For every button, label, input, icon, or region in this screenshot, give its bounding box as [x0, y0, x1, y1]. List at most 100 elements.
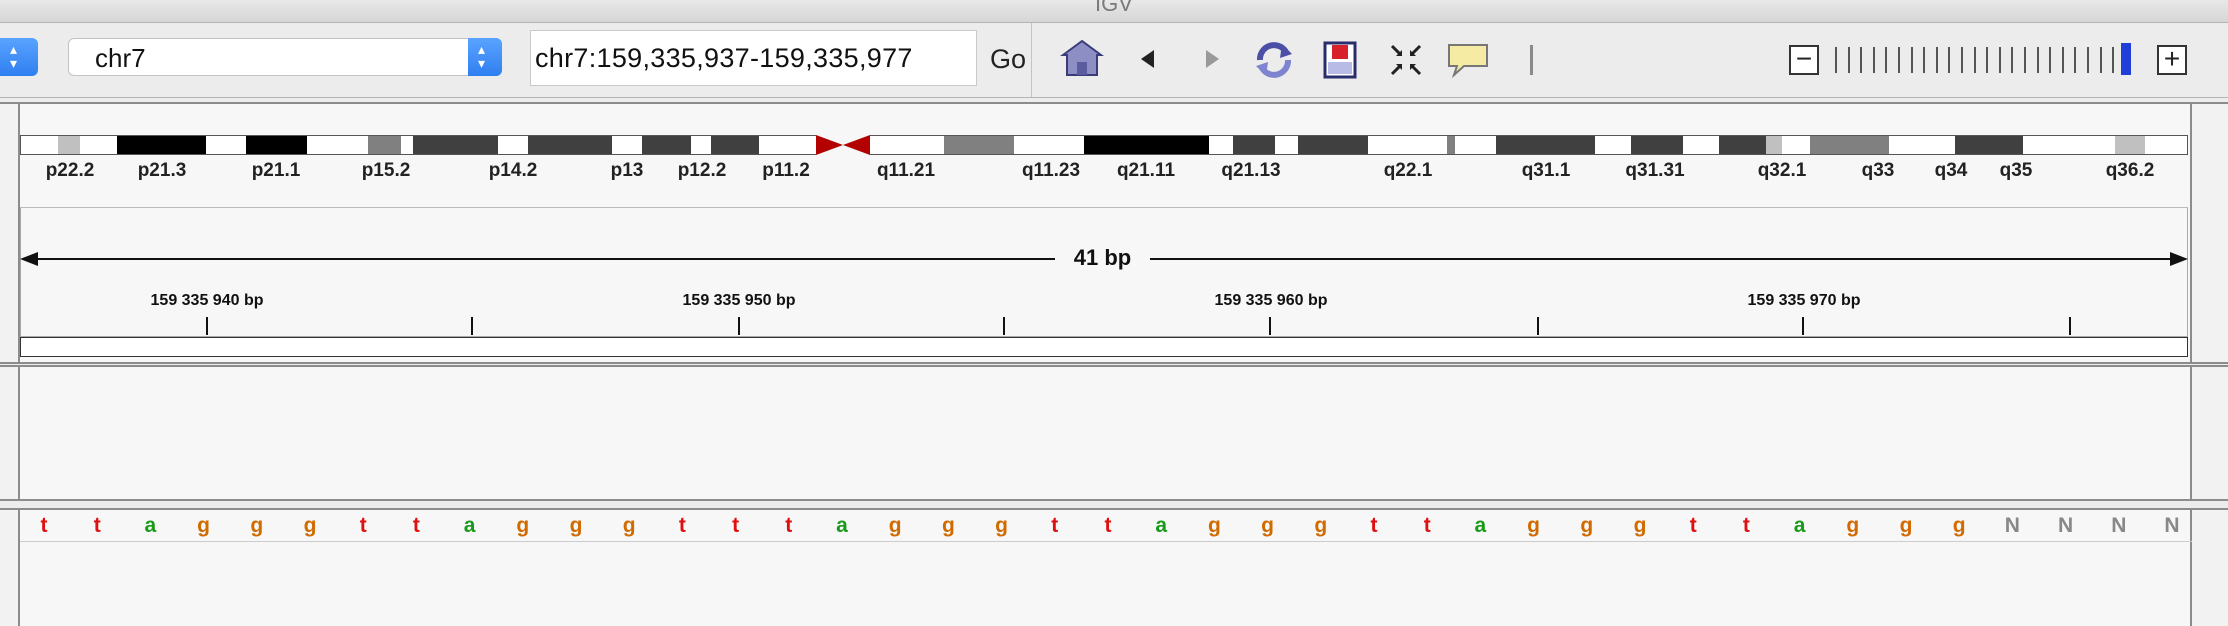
ideogram-band[interactable] — [1766, 135, 1782, 155]
back-icon[interactable] — [1138, 48, 1158, 70]
ideogram-band[interactable] — [1683, 135, 1719, 155]
data-panel — [0, 365, 2228, 501]
toolbar-separator — [1530, 45, 1533, 75]
ideogram-band[interactable] — [368, 135, 401, 155]
zoom-in-button[interactable]: + — [2157, 45, 2187, 75]
fit-to-window-icon[interactable] — [1388, 42, 1424, 78]
popup-info-icon[interactable] — [1446, 42, 1490, 78]
zoom-tick[interactable] — [1948, 47, 1951, 73]
ideogram-band[interactable] — [1631, 135, 1683, 155]
ideogram-band[interactable] — [401, 135, 413, 155]
ruler-tick — [2069, 317, 2071, 335]
zoom-tick[interactable] — [1923, 47, 1926, 73]
ideogram-band[interactable] — [1782, 135, 1810, 155]
ideogram-band[interactable] — [246, 135, 307, 155]
ideogram-band[interactable] — [1955, 135, 2023, 155]
ideogram-band[interactable] — [642, 135, 691, 155]
ideogram-band[interactable] — [1595, 135, 1631, 155]
ideogram-band[interactable] — [1275, 135, 1298, 155]
zoom-out-button[interactable]: − — [1789, 45, 1819, 75]
ideogram-band[interactable] — [80, 135, 117, 155]
zoom-tick[interactable] — [1860, 47, 1863, 73]
chromosome-dropdown-button[interactable]: ▴ ▾ — [468, 38, 502, 76]
ideogram-band[interactable] — [691, 135, 711, 155]
ideogram-band[interactable] — [528, 135, 612, 155]
ideogram-band[interactable] — [413, 135, 498, 155]
chromosome-dropdown[interactable]: chr7 ▴ ▾ — [68, 38, 502, 76]
home-icon[interactable] — [1060, 38, 1104, 78]
refresh-icon[interactable] — [1252, 40, 1296, 80]
zoom-tick[interactable] — [1835, 47, 1837, 73]
ideogram-band[interactable] — [870, 135, 944, 155]
ideogram-band[interactable] — [1889, 135, 1955, 155]
zoom-tick[interactable] — [2061, 47, 2064, 73]
forward-icon[interactable] — [1202, 48, 1222, 70]
header-name-panel — [0, 104, 20, 362]
ideogram-band[interactable] — [1233, 135, 1275, 155]
zoom-tick[interactable] — [2024, 47, 2026, 73]
ideogram-band[interactable] — [2145, 135, 2188, 155]
ideogram-band[interactable] — [58, 135, 80, 155]
ruler-tick — [206, 317, 208, 335]
ideogram-band[interactable] — [1298, 135, 1368, 155]
zoom-tick[interactable] — [2112, 47, 2115, 73]
zoom-tick[interactable] — [1847, 47, 1850, 73]
sequence-base: g — [1899, 514, 1913, 537]
sequence-base: N — [2058, 514, 2074, 537]
ideogram-band[interactable] — [612, 135, 642, 155]
chromosome-ideogram[interactable] — [20, 135, 2188, 155]
locus-search-input[interactable]: chr7:159,335,937-159,335,977 — [530, 30, 977, 86]
ideogram-band[interactable] — [1455, 135, 1496, 155]
zoom-tick[interactable] — [1898, 47, 1900, 73]
feature-name-panel — [0, 510, 20, 626]
sequence-base: t — [1370, 514, 1378, 537]
zoom-tick[interactable] — [1986, 47, 1989, 73]
ideogram-band[interactable] — [1014, 135, 1084, 155]
ideogram-band[interactable] — [711, 135, 759, 155]
zoom-tick[interactable] — [1998, 47, 2001, 73]
ideogram-band[interactable] — [1084, 135, 1209, 155]
zoom-tick[interactable] — [1910, 47, 1913, 73]
ideogram-band[interactable] — [1719, 135, 1766, 155]
sequence-base: g — [197, 514, 211, 537]
ideogram-band[interactable] — [1209, 135, 1233, 155]
data-name-panel — [0, 367, 20, 499]
zoom-tick[interactable] — [2036, 47, 2039, 73]
zoom-tick[interactable] — [1885, 47, 1888, 73]
zoom-slider-knob[interactable] — [2120, 43, 2131, 75]
ideogram-band[interactable] — [759, 135, 816, 155]
ideogram-band[interactable] — [944, 135, 1014, 155]
sequence-base: g — [941, 514, 955, 537]
ideogram-band[interactable] — [20, 135, 58, 155]
zoom-tick[interactable] — [1872, 47, 1875, 73]
ideogram-band[interactable] — [498, 135, 528, 155]
go-button[interactable]: Go — [990, 44, 1026, 75]
ruler-region-bar — [20, 337, 2188, 357]
ideogram-band[interactable] — [1810, 135, 1889, 155]
ideogram-band[interactable] — [2115, 135, 2145, 155]
ideogram-band[interactable] — [307, 135, 368, 155]
sequence-base: t — [359, 514, 367, 537]
sequence-base: g — [303, 514, 317, 537]
zoom-tick[interactable] — [2049, 47, 2052, 73]
zoom-tick[interactable] — [2011, 47, 2014, 73]
sequence-base: g — [1846, 514, 1860, 537]
ideogram-band-label: p21.3 — [137, 160, 187, 181]
region-of-interest-icon[interactable] — [1322, 40, 1358, 80]
zoom-tick[interactable] — [1961, 47, 1963, 73]
ideogram-band[interactable] — [1447, 135, 1455, 155]
zoom-tick[interactable] — [1935, 47, 1938, 73]
ideogram-band-label: p21.1 — [251, 160, 301, 181]
zoom-tick[interactable] — [2074, 47, 2077, 73]
sequence-base: g — [516, 514, 530, 537]
ideogram-band[interactable] — [117, 135, 206, 155]
ideogram-band[interactable] — [1496, 135, 1595, 155]
ideogram-band[interactable] — [206, 135, 246, 155]
zoom-tick[interactable] — [1973, 47, 1976, 73]
ideogram-band[interactable] — [1368, 135, 1447, 155]
zoom-tick[interactable] — [2087, 47, 2089, 73]
genome-dropdown[interactable]: ▴ ▾ — [0, 38, 38, 76]
zoom-tick[interactable] — [2099, 47, 2102, 73]
ideogram-band[interactable] — [2023, 135, 2115, 155]
ideogram-band-label: p14.2 — [488, 160, 538, 181]
